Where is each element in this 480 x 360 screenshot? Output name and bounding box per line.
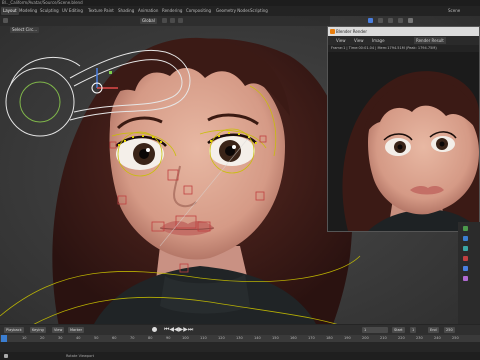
marker-menu[interactable]: Marker (68, 327, 85, 333)
keying-menu[interactable]: Keying (30, 327, 46, 333)
object-properties-icon[interactable] (463, 226, 468, 231)
render-window: Blender Render View View Image Render Re… (327, 26, 480, 232)
workspace-tabs: Layout Modeling Sculpting UV Editing Tex… (0, 6, 480, 16)
tick-110: 110 (200, 336, 207, 340)
tab-texture-paint[interactable]: Texture Paint (86, 7, 116, 15)
end-label: End (428, 327, 439, 333)
overlay-icon[interactable] (368, 18, 373, 23)
tick-60: 60 (112, 336, 117, 340)
render-result-image (328, 52, 479, 231)
status-text: Rotate Viewport (66, 354, 95, 358)
render-shading-icon[interactable] (408, 18, 413, 23)
material-shading-icon[interactable] (398, 18, 403, 23)
pivot-icon[interactable] (162, 18, 167, 23)
material-icon[interactable] (463, 276, 468, 281)
scene-selector[interactable]: Scene (446, 7, 462, 15)
timeline-track[interactable] (0, 342, 480, 352)
constraint-icon[interactable] (463, 256, 468, 261)
end-frame-field[interactable]: 250 (444, 327, 455, 333)
tab-uv-editing[interactable]: UV Editing (60, 7, 85, 15)
tick-100: 100 (182, 336, 189, 340)
tick-10: 10 (22, 336, 27, 340)
viewport-subheader: Select Circ... (0, 26, 60, 34)
playhead[interactable] (1, 335, 7, 342)
current-frame-field[interactable]: 1 (362, 327, 388, 333)
tick-30: 30 (58, 336, 63, 340)
tick-20: 20 (40, 336, 45, 340)
tick-230: 230 (416, 336, 423, 340)
tab-animation[interactable]: Animation (136, 7, 160, 15)
tick-80: 80 (148, 336, 153, 340)
tab-scripting[interactable]: Scripting (248, 7, 270, 15)
timeline-controls: Playback Keying View Marker ⏮◀◀▶▶⏭ 1 Sta… (0, 325, 480, 335)
playback-buttons[interactable]: ⏮◀◀▶▶⏭ (164, 326, 193, 333)
tick-210: 210 (380, 336, 387, 340)
tick-70: 70 (130, 336, 135, 340)
blender-logo-icon (330, 29, 335, 34)
tick-50: 50 (94, 336, 99, 340)
tab-modeling[interactable]: Modeling (17, 7, 39, 15)
tick-190: 190 (344, 336, 351, 340)
start-frame-field[interactable]: 1 (410, 327, 417, 333)
tab-layout[interactable]: Layout (1, 7, 19, 15)
data-icon[interactable] (463, 266, 468, 271)
tick-180: 180 (326, 336, 333, 340)
viewport-overlays (360, 16, 480, 26)
select-mode-button[interactable]: Select Circ... (10, 27, 40, 33)
render-window-title: Blender Render (328, 27, 479, 36)
viewport-header: Global (0, 16, 330, 26)
start-label: Start (392, 327, 405, 333)
physics-icon[interactable] (463, 246, 468, 251)
render-info: Frame:1 | Time:00:01.04 | Mem:1794.51M (… (328, 45, 479, 52)
render-menu-view-2[interactable]: View (354, 37, 364, 44)
modifier-icon[interactable] (463, 236, 468, 241)
properties-tabs (458, 222, 480, 332)
tick-40: 40 (76, 336, 81, 340)
tick-140: 140 (254, 336, 261, 340)
timeline-ruler[interactable]: 0 10 20 30 40 50 60 70 80 90 100 110 120… (0, 335, 480, 342)
record-icon[interactable] (152, 327, 157, 332)
status-bar: Rotate Viewport (0, 352, 480, 360)
tick-160: 160 (290, 336, 297, 340)
tab-rendering[interactable]: Rendering (160, 7, 184, 15)
tab-geometry-nodes[interactable]: Geometry Nodes (214, 7, 252, 15)
xray-icon[interactable] (378, 18, 383, 23)
tick-130: 130 (236, 336, 243, 340)
solid-shading-icon[interactable] (388, 18, 393, 23)
tick-170: 170 (308, 336, 315, 340)
tick-90: 90 (166, 336, 171, 340)
mouse-icon (4, 354, 8, 358)
tick-220: 220 (398, 336, 405, 340)
tick-150: 150 (272, 336, 279, 340)
tick-120: 120 (218, 336, 225, 340)
cursor-icon[interactable] (3, 18, 8, 23)
tab-shading[interactable]: Shading (116, 7, 136, 15)
proportional-icon[interactable] (178, 18, 183, 23)
render-menu-view[interactable]: View (336, 37, 346, 44)
timeline-view-menu[interactable]: View (52, 327, 65, 333)
tab-compositing[interactable]: Compositing (184, 7, 213, 15)
transform-orientation[interactable]: Global (140, 18, 157, 24)
tick-240: 240 (434, 336, 441, 340)
render-menu-bar: View View Image Render Result (328, 36, 479, 45)
tick-250: 250 (452, 336, 459, 340)
render-slot-select[interactable]: Render Result (414, 37, 446, 44)
tab-sculpting[interactable]: Sculpting (38, 7, 61, 15)
playback-menu[interactable]: Playback (4, 327, 24, 333)
render-menu-image[interactable]: Image (372, 37, 385, 44)
tick-200: 200 (362, 336, 369, 340)
snap-icon[interactable] (170, 18, 175, 23)
